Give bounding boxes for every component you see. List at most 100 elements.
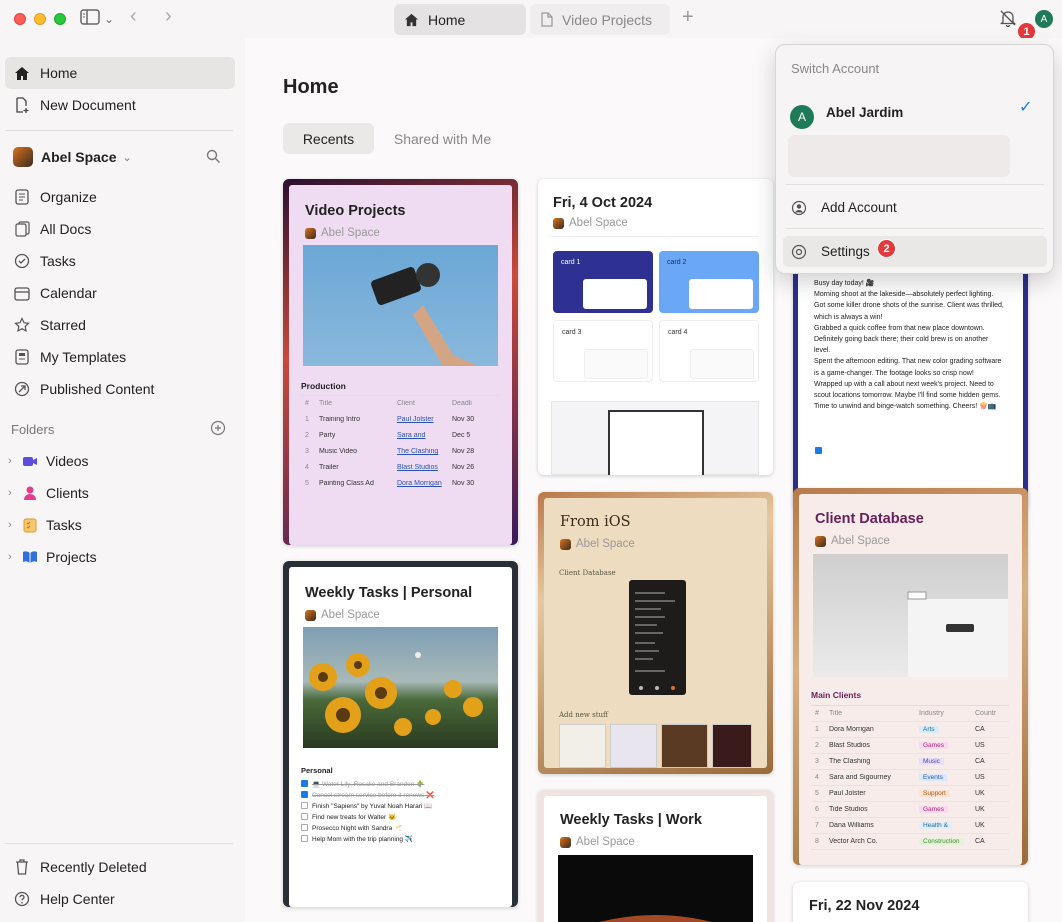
notifications-bell-icon[interactable] [999,9,1017,32]
calendar-icon [13,284,31,302]
add-folder-icon[interactable] [210,420,226,439]
space-avatar [305,609,316,621]
column-header: Countr [975,710,997,717]
page-title: Home [283,76,339,98]
doc-card-22-nov[interactable]: Fri, 22 Nov 2024 [793,882,1028,922]
table-cell: The Clashing [829,758,871,765]
thumbnail [712,724,752,768]
cabinet-photo [813,554,1008,677]
sidebar-item-label: Organize [40,189,97,205]
table-cell: UK [975,822,985,829]
doc-card-4-oct[interactable]: Fri, 4 Oct 2024 Abel Space card 1 card 2… [538,179,773,475]
production-table: # Title Client Deadli 1 Training Intro Paul Jo… [301,395,499,492]
step-badge-2: 2 [877,239,896,258]
back-arrow-icon[interactable]: ‹ [130,6,137,26]
space-avatar [553,217,564,229]
task-item: Prosecco Night with Sandra 🥂 [301,822,501,833]
task-item: Finish "Sapiens" by Yuval Noah Harari 📖 [301,800,501,811]
checkbox-icon[interactable] [301,802,308,809]
thumbnail [559,724,606,768]
table-cell: Vector Arch Co. [829,838,878,845]
doc-card-client-database[interactable]: Client Database Abel Space Main Clients … [793,488,1028,865]
folder-videos[interactable]: › Videos [8,447,89,475]
table-cell: 8 [815,838,819,845]
sidebar-item-tasks[interactable]: Tasks [5,245,235,277]
table-header-row: # Title Client Deadli [301,396,499,412]
sidebar-item-my-templates[interactable]: My Templates [5,341,235,373]
chevron-right-icon[interactable]: › [8,455,22,467]
sidebar-item-help-center[interactable]: Help Center [5,883,235,915]
tab-recents[interactable]: Recents [283,123,374,154]
checkbox-icon[interactable] [301,824,308,831]
sidebar-item-new-document[interactable]: New Document [5,89,235,121]
account-placeholder [788,135,1010,177]
check-circle-icon [13,252,31,270]
app-window: ⌄ ‹ › Home Video Projects + A 1 Home New… [0,0,1062,922]
doc-card-weekly-work[interactable]: Weekly Tasks | Work Abel Space [538,790,773,922]
account-name: Abel Jardim [826,104,904,120]
zoom-window-button[interactable] [54,13,66,25]
space-avatar [560,538,571,550]
sidebar-menu-chevron-icon[interactable]: ⌄ [104,9,114,29]
table-cell: 1 [815,726,819,733]
thumbnail [610,724,657,768]
folder-label: Videos [46,453,89,469]
sidebar-toggle-icon[interactable] [80,9,100,31]
task-text: Find new treats for Walter 🐱 [312,813,397,821]
doc-card-video-projects[interactable]: Video Projects Abel Space Production # Ti… [283,179,518,545]
journal-line: Definitely going back there; their cold … [814,336,989,344]
mini-card: card 2 [659,251,759,313]
folder-clients[interactable]: › Clients [8,479,89,507]
industry-pill: Support [919,790,950,797]
journal-line: Wrapped up with a call about next week's… [814,380,994,388]
doc-card-from-ios[interactable]: From iOS Abel Space Client Database Add … [538,492,773,774]
chevron-down-icon: ⌄ [122,151,132,164]
sidebar-item-label: New Document [40,97,136,113]
tab-video-projects[interactable]: Video Projects [530,4,670,35]
folder-tasks[interactable]: › Tasks [8,511,82,539]
chevron-right-icon[interactable]: › [8,551,22,563]
account-avatar-button[interactable]: A [1035,10,1053,28]
checked-checkbox-icon[interactable] [301,791,308,798]
chevron-right-icon[interactable]: › [8,487,22,499]
sidebar-item-home[interactable]: Home [5,57,235,89]
search-icon[interactable] [206,149,221,169]
account-row[interactable]: A Abel Jardim [790,95,903,129]
laptop-photo [558,855,753,922]
new-tab-plus-icon[interactable]: + [682,6,694,29]
sidebar-item-organize[interactable]: Organize [5,181,235,213]
chevron-right-icon[interactable]: › [8,519,22,531]
folder-projects[interactable]: › Projects [8,543,97,571]
space-switcher[interactable]: Abel Space ⌄ [13,147,132,167]
sidebar-item-recently-deleted[interactable]: Recently Deleted [5,851,235,883]
checkbox-icon[interactable] [301,813,308,820]
tab-shared-with-me[interactable]: Shared with Me [380,123,505,154]
folders-label: Folders [11,422,55,437]
checked-checkbox-icon[interactable] [301,780,308,787]
account-avatar: A [790,105,814,129]
add-account-button[interactable]: Add Account [783,192,1047,223]
gear-icon [791,244,809,260]
forward-arrow-icon[interactable]: › [165,6,172,26]
checkbox-icon[interactable] [301,835,308,842]
sidebar-item-label: Tasks [40,253,76,269]
sidebar-item-calendar[interactable]: Calendar [5,277,235,309]
close-window-button[interactable] [14,13,26,25]
minimize-window-button[interactable] [34,13,46,25]
doc-card-weekly-personal[interactable]: Weekly Tasks | Personal Abel Space Perso… [283,561,518,907]
journal-line: Spent the afternoon editing. That new co… [814,358,1002,366]
journal-line: which is always a win! [814,313,883,321]
sidebar-item-all-docs[interactable]: All Docs [5,213,235,245]
table-cell: Blast Studios [829,742,870,749]
table-cell: 7 [815,822,819,829]
section-heading: Personal [301,766,333,775]
table-row: 1 Training Intro Paul Jolster Nov 30 [301,412,499,428]
switch-account-header: Switch Account [791,61,880,76]
sidebar-item-published-content[interactable]: Published Content [5,373,235,405]
table-cell: 5 [815,790,819,797]
sidebar-item-starred[interactable]: Starred [5,309,235,341]
home-icon [404,13,419,26]
settings-button[interactable]: Settings [783,236,1047,267]
table-cell: The Clashing [397,448,439,455]
tab-home[interactable]: Home [394,4,526,35]
